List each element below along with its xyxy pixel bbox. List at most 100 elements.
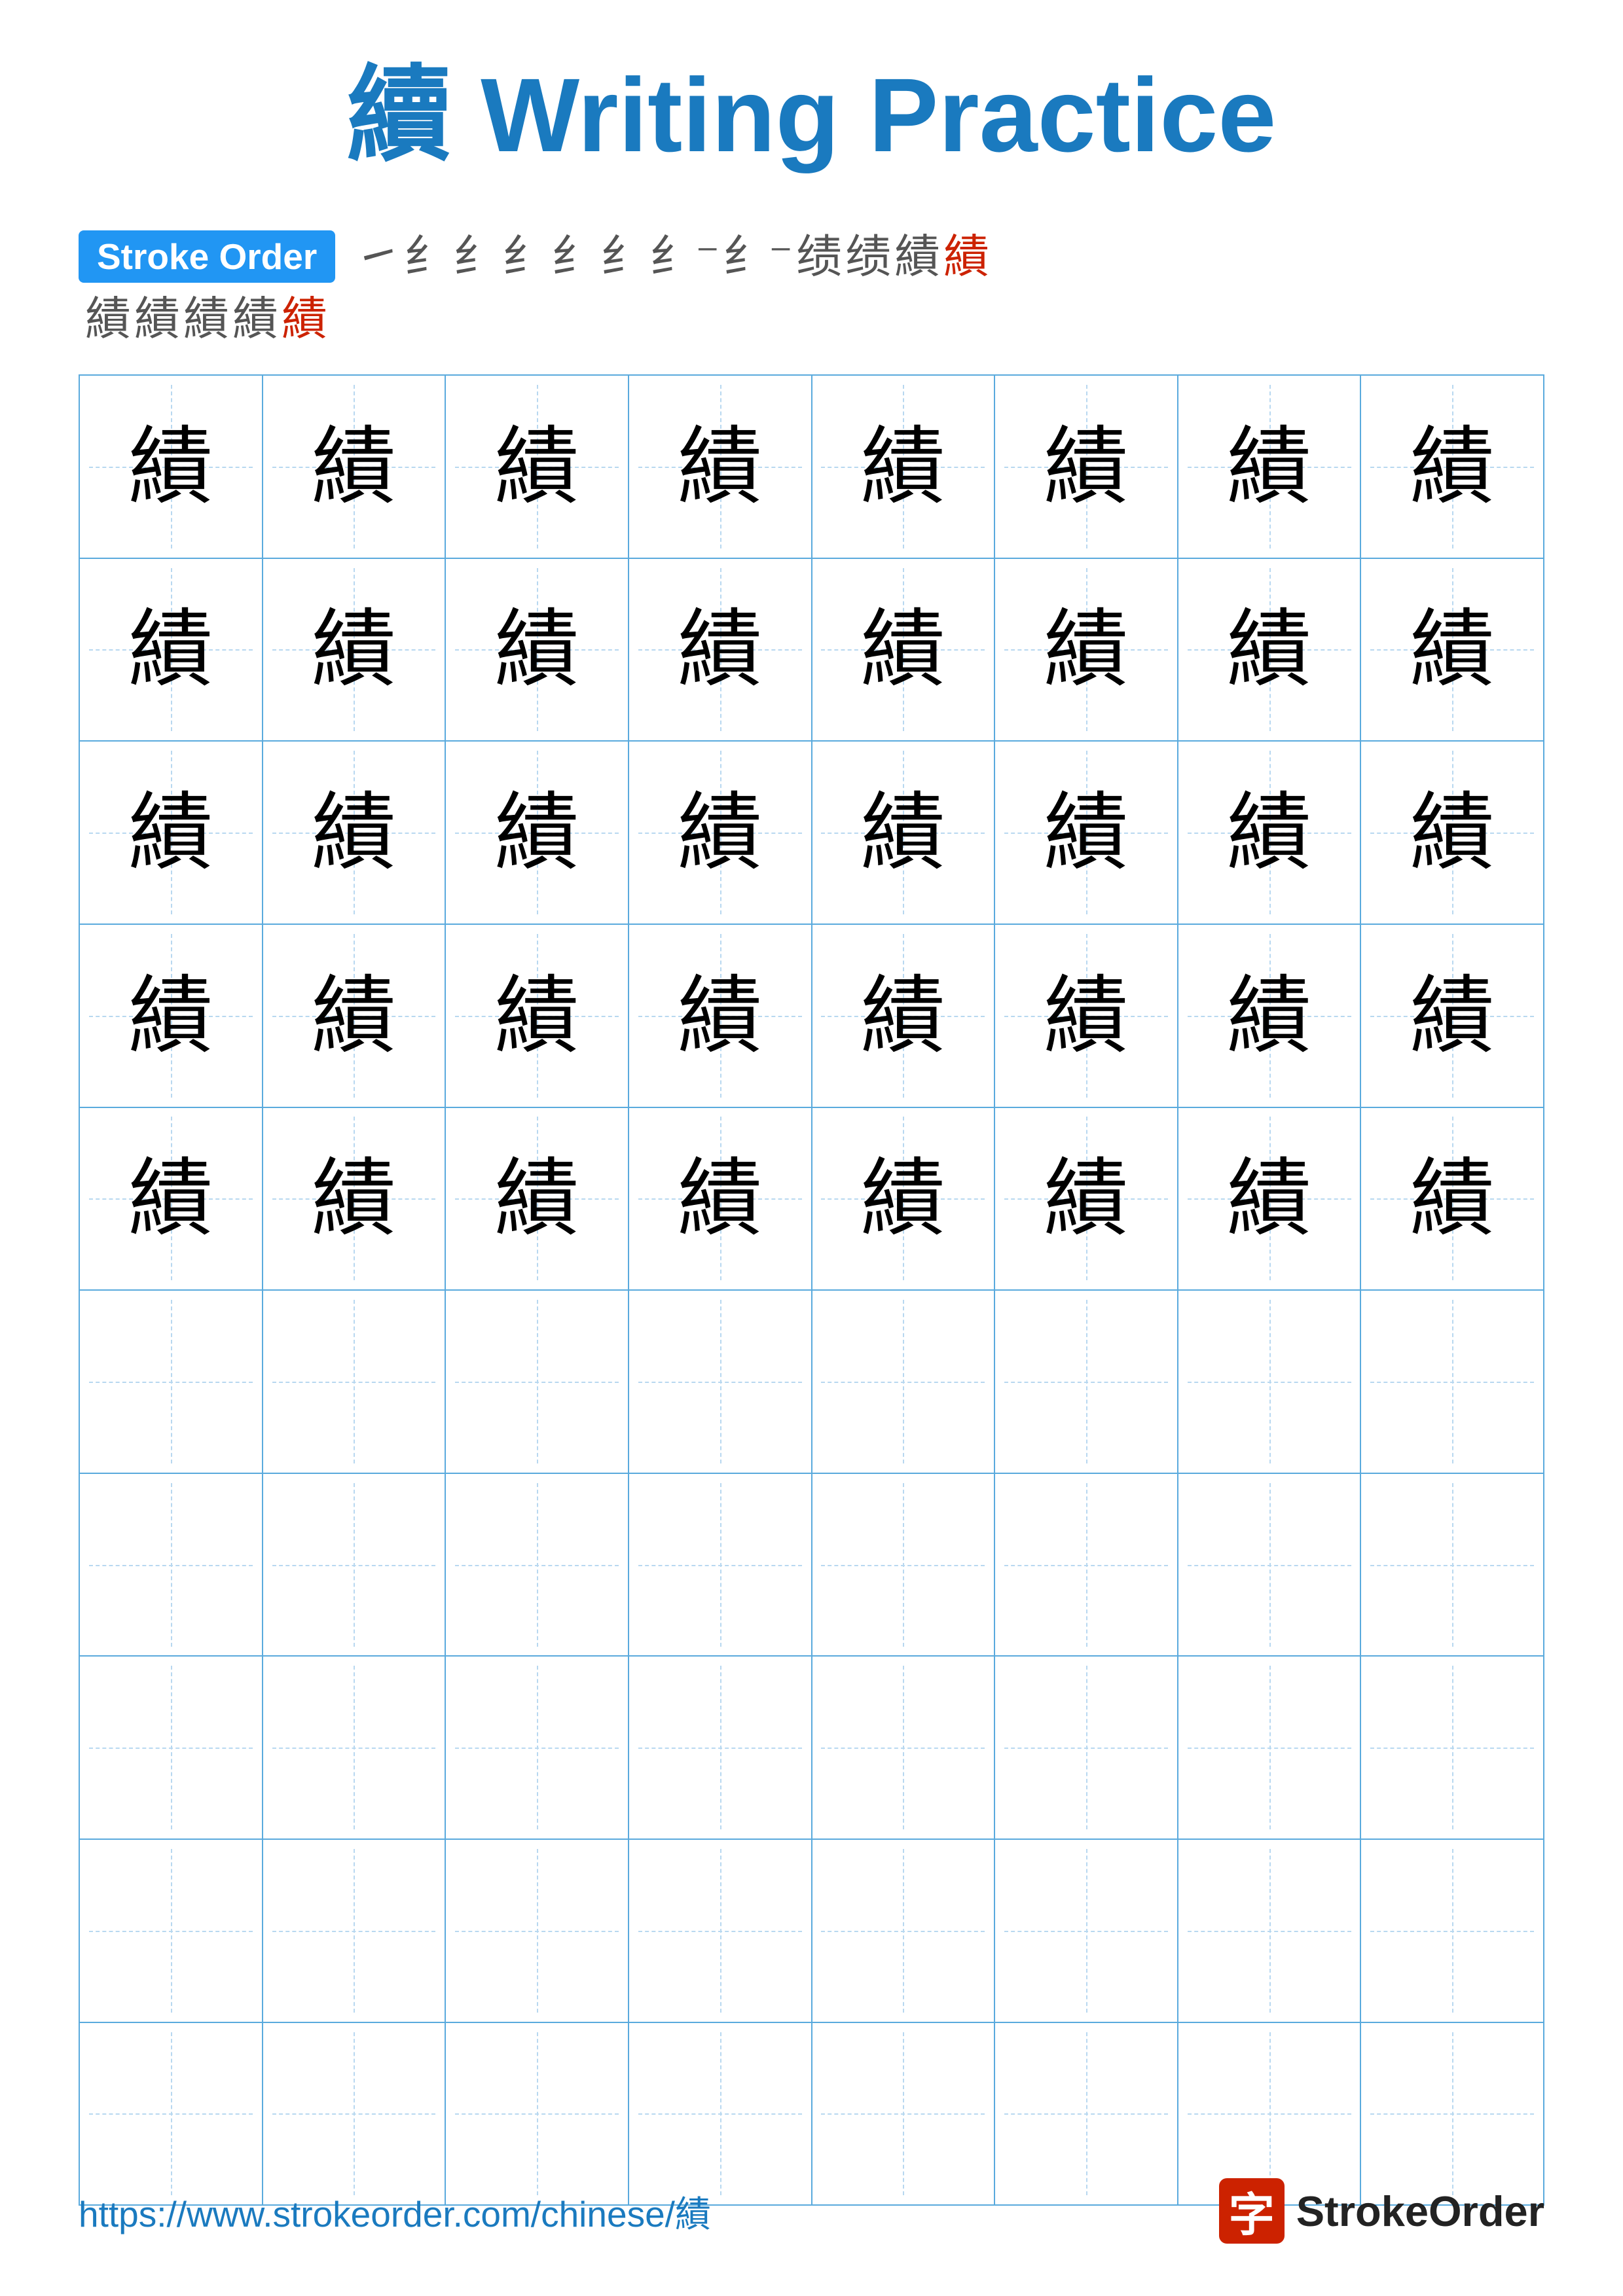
grid-cell-3-5[interactable]: 績	[812, 741, 995, 924]
grid-cell-4-3[interactable]: 績	[445, 924, 629, 1107]
stroke-9: 绩	[796, 234, 842, 279]
char-light: 績	[1410, 607, 1495, 692]
grid-cell-7-3[interactable]	[445, 1473, 629, 1657]
grid-cell-2-4[interactable]: 績	[629, 558, 812, 742]
grid-cell-8-6[interactable]	[994, 1656, 1178, 1839]
grid-cell-1-4[interactable]: 績	[629, 375, 812, 558]
grid-cell-8-5[interactable]	[812, 1656, 995, 1839]
grid-cell-3-2[interactable]: 績	[263, 741, 446, 924]
char-light: 績	[678, 1156, 763, 1241]
grid-cell-8-3[interactable]	[445, 1656, 629, 1839]
char-light: 績	[860, 790, 945, 875]
grid-cell-9-6[interactable]	[994, 1839, 1178, 2022]
grid-cell-3-1[interactable]: 績	[79, 741, 263, 924]
grid-cell-1-7[interactable]: 績	[1178, 375, 1361, 558]
grid-row-6	[79, 1290, 1544, 1473]
grid-cell-9-3[interactable]	[445, 1839, 629, 2022]
grid-cell-4-4[interactable]: 績	[629, 924, 812, 1107]
grid-cell-1-6[interactable]: 績	[994, 375, 1178, 558]
grid-cell-9-2[interactable]	[263, 1839, 446, 2022]
grid-cell-9-8[interactable]	[1360, 1839, 1544, 2022]
grid-cell-7-8[interactable]	[1360, 1473, 1544, 1657]
grid-cell-6-8[interactable]	[1360, 1290, 1544, 1473]
grid-cell-8-7[interactable]	[1178, 1656, 1361, 1839]
grid-cell-2-5[interactable]: 績	[812, 558, 995, 742]
grid-cell-9-5[interactable]	[812, 1839, 995, 2022]
grid-cell-1-2[interactable]: 績	[263, 375, 446, 558]
stroke-2: 纟	[404, 234, 450, 279]
stroke-order-badge: Stroke Order	[79, 230, 335, 283]
practice-grid-container: 績 績 績 績 績 績 績 績 績 績 績 績 績	[79, 374, 1544, 2244]
char-light: 績	[311, 1156, 396, 1241]
grid-cell-1-8[interactable]: 績	[1360, 375, 1544, 558]
char-light: 績	[311, 973, 396, 1058]
grid-cell-4-2[interactable]: 績	[263, 924, 446, 1107]
grid-cell-1-1[interactable]: 績	[79, 375, 263, 558]
grid-cell-8-1[interactable]	[79, 1656, 263, 1839]
grid-cell-2-3[interactable]: 績	[445, 558, 629, 742]
grid-cell-5-6[interactable]: 績	[994, 1107, 1178, 1291]
grid-cell-3-7[interactable]: 績	[1178, 741, 1361, 924]
grid-cell-2-8[interactable]: 績	[1360, 558, 1544, 742]
grid-cell-5-8[interactable]: 績	[1360, 1107, 1544, 1291]
grid-cell-9-1[interactable]	[79, 1839, 263, 2022]
grid-cell-5-4[interactable]: 績	[629, 1107, 812, 1291]
grid-cell-4-5[interactable]: 績	[812, 924, 995, 1107]
grid-cell-3-8[interactable]: 績	[1360, 741, 1544, 924]
grid-cell-7-4[interactable]	[629, 1473, 812, 1657]
stroke-order-row-2: 績 績 績 績 績	[85, 296, 1544, 342]
grid-row-1: 績 績 績 績 績 績 績 績	[79, 375, 1544, 558]
grid-cell-4-6[interactable]: 績	[994, 924, 1178, 1107]
char-light: 績	[128, 790, 213, 875]
footer-url[interactable]: https://www.strokeorder.com/chinese/績	[79, 2185, 711, 2237]
grid-cell-4-8[interactable]: 績	[1360, 924, 1544, 1107]
stroke-12: 績	[943, 234, 989, 279]
grid-cell-5-1[interactable]: 績	[79, 1107, 263, 1291]
grid-cell-6-1[interactable]	[79, 1290, 263, 1473]
grid-cell-6-5[interactable]	[812, 1290, 995, 1473]
char-light: 績	[311, 424, 396, 509]
grid-cell-5-5[interactable]: 績	[812, 1107, 995, 1291]
grid-cell-9-4[interactable]	[629, 1839, 812, 2022]
grid-cell-3-6[interactable]: 績	[994, 741, 1178, 924]
char-light: 績	[860, 973, 945, 1058]
grid-cell-2-1[interactable]: 績	[79, 558, 263, 742]
char-light: 績	[860, 607, 945, 692]
grid-cell-2-2[interactable]: 績	[263, 558, 446, 742]
grid-cell-3-3[interactable]: 績	[445, 741, 629, 924]
grid-cell-5-3[interactable]: 績	[445, 1107, 629, 1291]
grid-cell-7-2[interactable]	[263, 1473, 446, 1657]
grid-cell-5-7[interactable]: 績	[1178, 1107, 1361, 1291]
grid-cell-9-7[interactable]	[1178, 1839, 1361, 2022]
grid-cell-6-3[interactable]	[445, 1290, 629, 1473]
title-char: 續	[347, 56, 452, 173]
grid-cell-1-5[interactable]: 績	[812, 375, 995, 558]
grid-cell-8-8[interactable]	[1360, 1656, 1544, 1839]
grid-row-2: 績 績 績 績 績 績 績 績	[79, 558, 1544, 742]
grid-cell-6-2[interactable]	[263, 1290, 446, 1473]
grid-cell-2-7[interactable]: 績	[1178, 558, 1361, 742]
grid-cell-7-5[interactable]	[812, 1473, 995, 1657]
grid-cell-5-2[interactable]: 績	[263, 1107, 446, 1291]
stroke-3: 纟	[453, 234, 499, 279]
grid-row-3: 績 績 績 績 績 績 績 績	[79, 741, 1544, 924]
stroke-r2-4: 績	[232, 296, 278, 342]
grid-cell-4-1[interactable]: 績	[79, 924, 263, 1107]
grid-cell-4-7[interactable]: 績	[1178, 924, 1361, 1107]
grid-cell-8-4[interactable]	[629, 1656, 812, 1839]
grid-cell-2-6[interactable]: 績	[994, 558, 1178, 742]
grid-cell-7-6[interactable]	[994, 1473, 1178, 1657]
char-light: 績	[494, 607, 579, 692]
grid-cell-3-4[interactable]: 績	[629, 741, 812, 924]
char-light: 績	[1227, 424, 1312, 509]
grid-cell-6-6[interactable]	[994, 1290, 1178, 1473]
grid-cell-8-2[interactable]	[263, 1656, 446, 1839]
grid-cell-6-7[interactable]	[1178, 1290, 1361, 1473]
char-light: 績	[1227, 790, 1312, 875]
page: 續 Writing Practice Stroke Order ㇀ 纟 纟 纟 …	[0, 0, 1623, 2296]
grid-cell-6-4[interactable]	[629, 1290, 812, 1473]
grid-cell-1-3[interactable]: 績	[445, 375, 629, 558]
grid-cell-7-1[interactable]	[79, 1473, 263, 1657]
practice-grid: 績 績 績 績 績 績 績 績 績 績 績 績 績	[79, 374, 1544, 2206]
grid-cell-7-7[interactable]	[1178, 1473, 1361, 1657]
